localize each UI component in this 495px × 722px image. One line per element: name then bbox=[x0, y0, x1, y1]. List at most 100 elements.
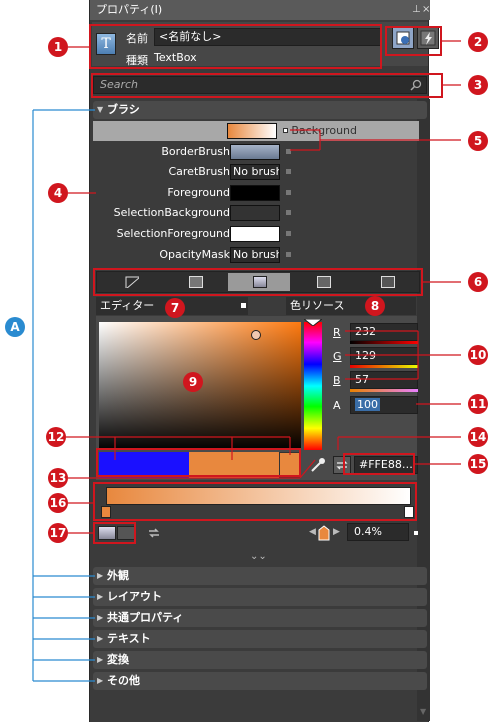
g-label: G bbox=[333, 350, 342, 363]
eyedropper-icon[interactable] bbox=[309, 456, 327, 474]
brush-swatch-black[interactable] bbox=[230, 185, 280, 201]
brush-swatch-slate[interactable] bbox=[230, 144, 280, 160]
advanced-options-marker[interactable] bbox=[286, 210, 291, 215]
a-label: A bbox=[333, 399, 341, 412]
brush-label: OpacityMask bbox=[159, 248, 230, 261]
section-brush[interactable]: ▼ ブラシ bbox=[93, 101, 427, 119]
highlight-header bbox=[89, 24, 382, 69]
gradient-stop-icon bbox=[318, 525, 330, 541]
expand-arrow-icon: ▶ bbox=[97, 571, 104, 580]
section-title: その他 bbox=[107, 674, 140, 687]
b-label: B bbox=[333, 374, 341, 387]
highlight-search bbox=[91, 73, 443, 98]
panel-title: プロパティ(I) bbox=[96, 3, 163, 16]
brush-label: CaretBrush bbox=[168, 165, 230, 178]
annotation-13: 13 bbox=[48, 468, 68, 488]
color-picker-handle[interactable] bbox=[251, 330, 261, 340]
brush-row-selectionforeground[interactable]: SelectionForeground bbox=[96, 224, 292, 244]
g-bar bbox=[350, 365, 418, 368]
brush-label: SelectionForeground bbox=[116, 227, 230, 240]
color-resources-label: 色リソース bbox=[290, 299, 345, 312]
section-transform[interactable]: ▶ 変換 bbox=[93, 651, 427, 669]
brush-row-caretbrush[interactable]: CaretBrush No brush bbox=[96, 162, 292, 182]
section-title: テキスト bbox=[107, 632, 151, 645]
section-title: レイアウト bbox=[107, 590, 162, 603]
brush-swatch-gradient[interactable] bbox=[227, 123, 277, 139]
advanced-options-marker[interactable] bbox=[286, 149, 291, 154]
collapse-arrow-icon: ▼ bbox=[97, 105, 104, 114]
highlight-gradient-mode bbox=[93, 522, 136, 544]
expand-arrow-icon: ▶ bbox=[97, 676, 104, 685]
brush-row-opacitymask[interactable]: OpacityMask No brush bbox=[96, 245, 292, 265]
hue-marker-icon[interactable] bbox=[304, 319, 322, 326]
reverse-gradient-icon[interactable] bbox=[146, 525, 162, 541]
annotation-a: A bbox=[5, 317, 25, 337]
hue-slider[interactable] bbox=[304, 322, 322, 450]
scroll-down-icon[interactable]: ▼ bbox=[420, 707, 426, 716]
highlight-mode-buttons bbox=[385, 26, 442, 56]
gradient-offset-input[interactable]: 0.4% bbox=[347, 523, 409, 541]
annotation-8: 8 bbox=[365, 296, 385, 316]
advanced-options-marker[interactable] bbox=[286, 252, 291, 257]
pin-icon[interactable]: ⊥ bbox=[412, 0, 421, 20]
expand-arrow-icon: ▶ bbox=[97, 655, 104, 664]
expand-arrow-icon: ▶ bbox=[97, 592, 104, 601]
b-input[interactable]: 57 bbox=[350, 371, 418, 389]
scrollbar[interactable]: ▲ ▼ bbox=[417, 99, 430, 721]
annotation-1: 1 bbox=[48, 37, 68, 57]
r-bar bbox=[350, 341, 418, 344]
tab-color-resources[interactable]: 色リソース bbox=[286, 297, 416, 315]
section-brush-title: ブラシ bbox=[107, 103, 140, 116]
annotation-11: 11 bbox=[468, 394, 488, 414]
brush-swatch-dark[interactable] bbox=[230, 205, 280, 221]
brush-row-background[interactable]: Background bbox=[93, 121, 419, 141]
advanced-options-marker[interactable] bbox=[286, 190, 291, 195]
advanced-options-marker[interactable] bbox=[286, 231, 291, 236]
annotation-6: 6 bbox=[468, 272, 488, 292]
brush-swatch-none[interactable]: No brush bbox=[230, 247, 280, 263]
expand-arrow-icon: ▶ bbox=[97, 634, 104, 643]
section-common-properties[interactable]: ▶ 共通プロパティ bbox=[93, 609, 427, 627]
annotation-14: 14 bbox=[468, 427, 488, 447]
annotation-2: 2 bbox=[468, 32, 488, 52]
g-input[interactable]: 129 bbox=[350, 347, 418, 365]
annotation-3: 3 bbox=[468, 75, 488, 95]
highlight-hex bbox=[343, 453, 415, 475]
b-bar bbox=[350, 389, 418, 392]
annotation-7: 7 bbox=[165, 298, 185, 318]
section-layout[interactable]: ▶ レイアウト bbox=[93, 588, 427, 606]
advanced-options-marker[interactable] bbox=[283, 128, 288, 133]
brush-label: Foreground bbox=[167, 186, 230, 199]
brush-label: BorderBrush bbox=[161, 145, 230, 158]
section-appearance[interactable]: ▶ 外観 bbox=[93, 567, 427, 585]
next-stop-icon[interactable]: ▶ bbox=[333, 527, 340, 537]
expand-more-icon[interactable]: ⌄⌄ bbox=[250, 551, 267, 562]
brush-row-borderbrush[interactable]: BorderBrush bbox=[96, 142, 292, 162]
panel-titlebar: プロパティ(I) ⊥ × bbox=[90, 0, 430, 20]
brush-label: SelectionBackground bbox=[113, 206, 230, 219]
annotation-5: 5 bbox=[468, 131, 488, 151]
close-icon[interactable]: × bbox=[422, 0, 430, 20]
a-value: 100 bbox=[355, 398, 380, 411]
editor-tab-label: エディター bbox=[100, 299, 155, 312]
advanced-options-marker[interactable] bbox=[286, 169, 291, 174]
section-text[interactable]: ▶ テキスト bbox=[93, 630, 427, 648]
brush-swatch-white[interactable] bbox=[230, 226, 280, 242]
annotation-17: 17 bbox=[48, 523, 68, 543]
section-miscellaneous[interactable]: ▶ その他 bbox=[93, 672, 427, 690]
annotation-15: 15 bbox=[468, 454, 488, 474]
annotation-4: 4 bbox=[48, 183, 68, 203]
editor-marker bbox=[241, 303, 246, 308]
previous-stop-icon[interactable]: ◀ bbox=[309, 527, 316, 537]
brush-label: Background bbox=[291, 124, 357, 137]
properties-panel: プロパティ(I) ⊥ × T 名前 <名前なし> 種類 TextBox Sear… bbox=[89, 0, 439, 722]
r-input[interactable]: 232 bbox=[350, 323, 418, 341]
brush-swatch-none[interactable]: No brush bbox=[230, 164, 280, 180]
a-input[interactable]: 100 bbox=[350, 396, 418, 414]
brush-row-selectionbackground[interactable]: SelectionBackground bbox=[96, 203, 292, 223]
annotation-12: 12 bbox=[46, 427, 66, 447]
section-title: 外観 bbox=[107, 569, 129, 582]
brush-row-foreground[interactable]: Foreground bbox=[96, 183, 292, 203]
highlight-brush-tabs bbox=[93, 268, 423, 296]
expand-arrow-icon: ▶ bbox=[97, 613, 104, 622]
